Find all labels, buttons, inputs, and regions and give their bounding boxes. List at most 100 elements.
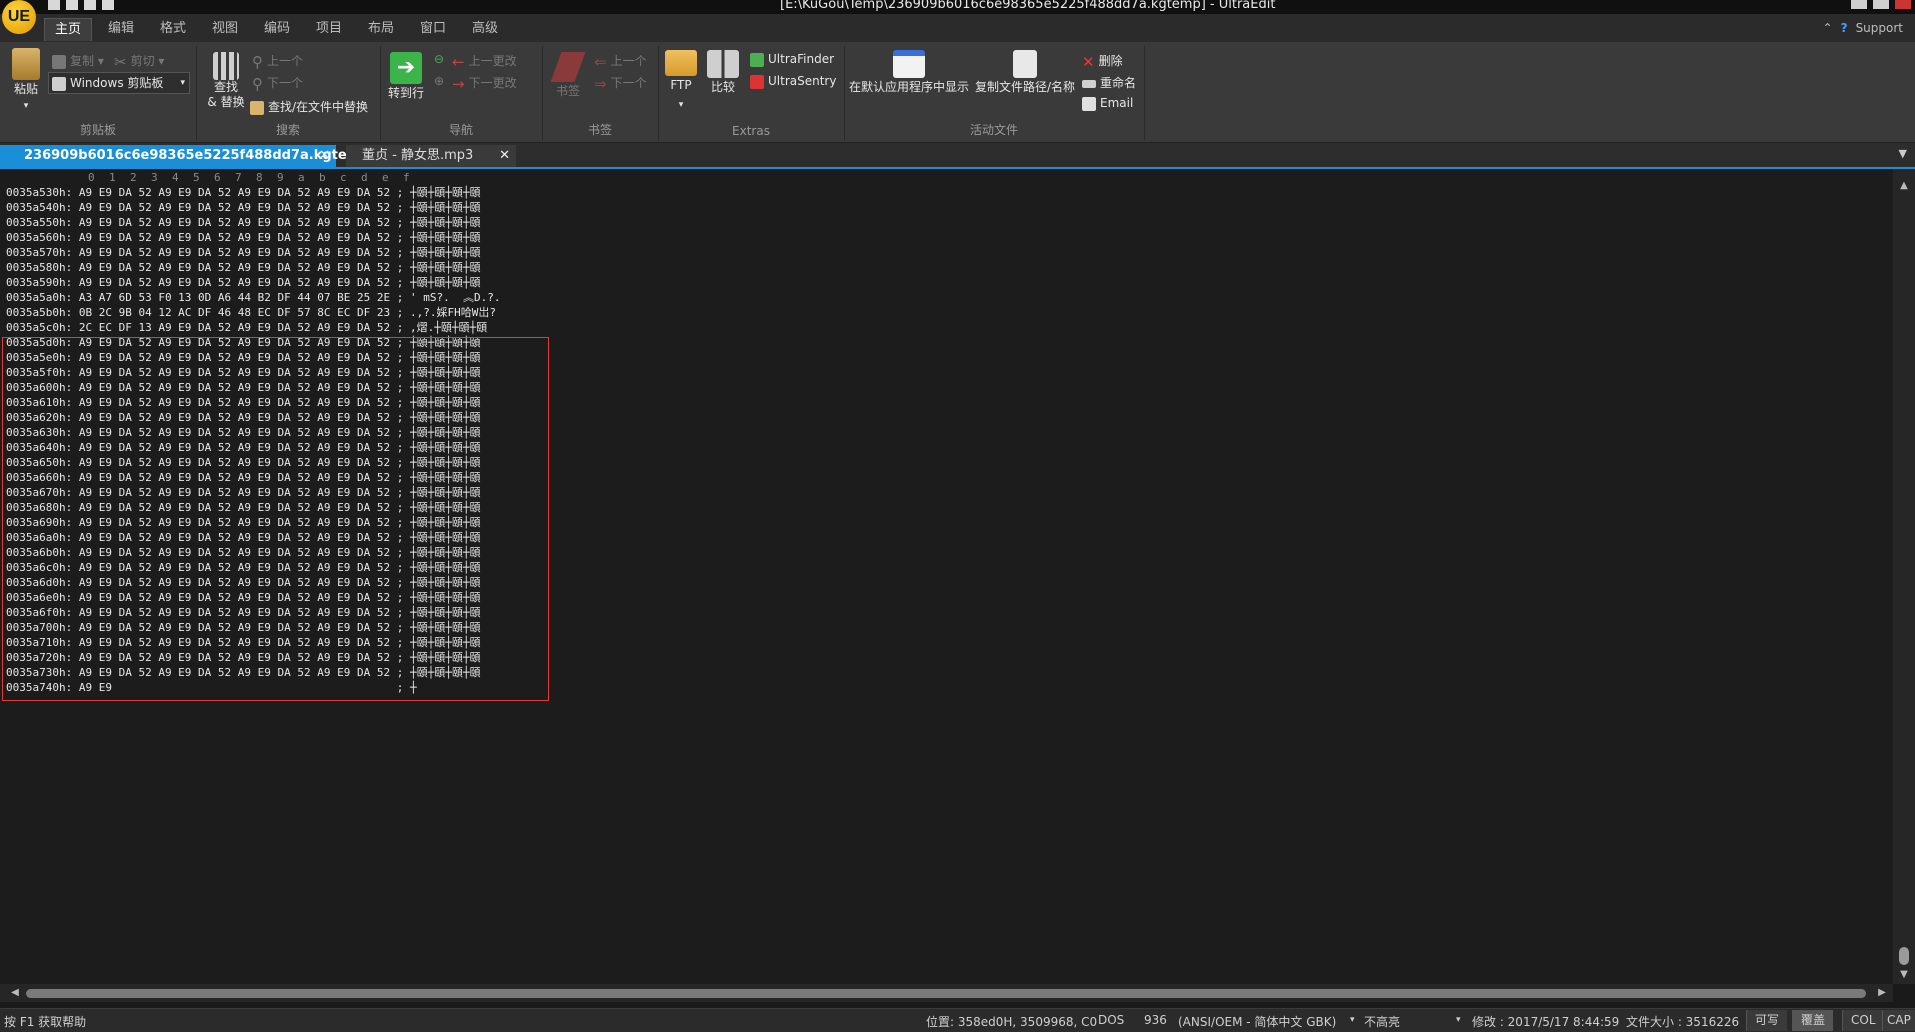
hex-row[interactable]: 0035a630h: A9 E9 DA 52 A9 E9 DA 52 A9 E9… (6, 425, 500, 440)
open-file-icon[interactable] (66, 0, 78, 10)
hex-row[interactable]: 0035a710h: A9 E9 DA 52 A9 E9 DA 52 A9 E9… (6, 635, 500, 650)
tab-format[interactable]: 格式 (150, 18, 196, 40)
hex-row[interactable]: 0035a600h: A9 E9 DA 52 A9 E9 DA 52 A9 E9… (6, 380, 500, 395)
quick-access-toolbar[interactable] (48, 0, 114, 12)
hex-row[interactable]: 0035a5c0h: 2C EC DF 13 A9 E9 DA 52 A9 E9… (6, 320, 500, 335)
scroll-right-icon[interactable]: ▶ (1875, 986, 1889, 1000)
hex-row[interactable]: 0035a670h: A9 E9 DA 52 A9 E9 DA 52 A9 E9… (6, 485, 500, 500)
close-icon[interactable]: ✕ (319, 145, 330, 167)
hex-row[interactable]: 0035a570h: A9 E9 DA 52 A9 E9 DA 52 A9 E9… (6, 245, 500, 260)
minimize-button[interactable] (1851, 0, 1867, 9)
status-encoding[interactable]: (ANSI/OEM - 简体中文 GBK) (1178, 1013, 1336, 1030)
status-position[interactable]: 位置: 358ed0H, 3509968, C0 (926, 1013, 1097, 1030)
delete-file-button[interactable]: ✕ 删除 (1082, 52, 1123, 69)
status-highlight[interactable]: 不高亮 (1364, 1013, 1400, 1030)
status-col[interactable]: COL (1842, 1010, 1884, 1031)
scroll-up-icon[interactable]: ▲ (1896, 179, 1912, 193)
hex-row[interactable]: 0035a5a0h: A3 A7 6D 53 F0 13 0D A6 44 B2… (6, 290, 500, 305)
tab-encoding[interactable]: 编码 (254, 18, 300, 40)
help-icon[interactable]: ? (1841, 21, 1848, 35)
bookmark-button[interactable]: 书签 (550, 52, 586, 100)
email-file-button[interactable]: Email (1082, 96, 1133, 111)
hex-row[interactable]: 0035a6b0h: A9 E9 DA 52 A9 E9 DA 52 A9 E9… (6, 545, 500, 560)
rename-file-button[interactable]: 重命名 (1082, 74, 1136, 91)
hex-row[interactable]: 0035a730h: A9 E9 DA 52 A9 E9 DA 52 A9 E9… (6, 665, 500, 680)
hex-row[interactable]: 0035a530h: A9 E9 DA 52 A9 E9 DA 52 A9 E9… (6, 185, 500, 200)
hex-row[interactable]: 0035a5b0h: 0B 2C 9B 04 12 AC DF 46 48 EC… (6, 305, 500, 320)
hex-row[interactable]: 0035a680h: A9 E9 DA 52 A9 E9 DA 52 A9 E9… (6, 500, 500, 515)
print-icon[interactable] (102, 0, 114, 10)
compare-button[interactable]: 比较 (706, 50, 740, 96)
nav-back-icon[interactable]: ⊖ (434, 52, 444, 66)
tab-edit[interactable]: 编辑 (98, 18, 144, 40)
paste-button[interactable]: 粘贴 ▾ (8, 48, 44, 111)
tab-list-dropdown-icon[interactable]: ▼ (1899, 147, 1907, 160)
nav-forward-icon[interactable]: ⊕ (434, 74, 444, 88)
paste-dropdown-icon[interactable]: ▾ (24, 101, 29, 111)
new-file-icon[interactable] (48, 0, 60, 10)
status-overwrite[interactable]: 覆盖 (1792, 1010, 1834, 1031)
hex-row[interactable]: 0035a590h: A9 E9 DA 52 A9 E9 DA 52 A9 E9… (6, 275, 500, 290)
hex-editor[interactable]: 0 1 2 3 4 5 6 7 8 9 a b c d e f 0035a530… (0, 169, 1893, 984)
hex-row[interactable]: 0035a560h: A9 E9 DA 52 A9 E9 DA 52 A9 E9… (6, 230, 500, 245)
prev-change-button[interactable]: ← 上一更改 (452, 52, 517, 69)
app-logo[interactable]: UE (2, 0, 36, 34)
bookmark-prev-button[interactable]: ⇐ 上一个 (594, 52, 647, 69)
status-codepage[interactable]: 936 (1144, 1013, 1167, 1027)
collapse-ribbon-icon[interactable]: ⌃ (1823, 21, 1833, 35)
doc-tab-kgtemp[interactable]: 236909b6016c6e98365e5225f488dd7a.kgtemp … (0, 145, 370, 167)
hex-row[interactable]: 0035a540h: A9 E9 DA 52 A9 E9 DA 52 A9 E9… (6, 200, 500, 215)
highlight-dropdown-icon[interactable]: ▾ (1456, 1015, 1461, 1025)
support-link[interactable]: Support (1856, 21, 1903, 35)
hex-row[interactable]: 0035a660h: A9 E9 DA 52 A9 E9 DA 52 A9 E9… (6, 470, 500, 485)
hex-row[interactable]: 0035a6c0h: A9 E9 DA 52 A9 E9 DA 52 A9 E9… (6, 560, 500, 575)
hex-row[interactable]: 0035a6d0h: A9 E9 DA 52 A9 E9 DA 52 A9 E9… (6, 575, 500, 590)
scroll-left-icon[interactable]: ◀ (8, 986, 22, 1000)
tab-home[interactable]: 主页 (44, 18, 93, 41)
vertical-scrollbar[interactable]: ▲ ▼ (1893, 169, 1915, 984)
ultrafinder-button[interactable]: UltraFinder (750, 52, 834, 67)
doc-tab-mp3[interactable]: 董贞 - 静女思.mp3 ✕ (346, 145, 516, 167)
hex-row[interactable]: 0035a620h: A9 E9 DA 52 A9 E9 DA 52 A9 E9… (6, 410, 500, 425)
encoding-dropdown-icon[interactable]: ▾ (1350, 1015, 1355, 1025)
hex-row[interactable]: 0035a650h: A9 E9 DA 52 A9 E9 DA 52 A9 E9… (6, 455, 500, 470)
hex-content[interactable]: 0035a530h: A9 E9 DA 52 A9 E9 DA 52 A9 E9… (6, 185, 500, 695)
clipboard-select[interactable]: Windows 剪贴板 ▾ (48, 72, 190, 94)
show-in-default-app-button[interactable]: 在默认应用程序中显示 (848, 50, 970, 96)
tab-window[interactable]: 窗口 (410, 18, 456, 40)
maximize-button[interactable] (1873, 0, 1889, 9)
find-in-files-button[interactable]: 查找/在文件中替换 (250, 98, 368, 115)
tab-view[interactable]: 视图 (202, 18, 248, 40)
close-button[interactable] (1895, 0, 1911, 9)
hex-row[interactable]: 0035a6a0h: A9 E9 DA 52 A9 E9 DA 52 A9 E9… (6, 530, 500, 545)
status-writable[interactable]: 可写 (1746, 1010, 1788, 1031)
ultrasentry-button[interactable]: UltraSentry (750, 74, 836, 89)
cut-button[interactable]: ✂ 剪切 ▾ (114, 52, 164, 69)
copy-path-button[interactable]: 复制文件路径/名称 (972, 50, 1078, 96)
hex-row[interactable]: 0035a720h: A9 E9 DA 52 A9 E9 DA 52 A9 E9… (6, 650, 500, 665)
tab-project[interactable]: 项目 (306, 18, 352, 40)
hex-row[interactable]: 0035a6e0h: A9 E9 DA 52 A9 E9 DA 52 A9 E9… (6, 590, 500, 605)
find-replace-button[interactable]: 查找 & 替换 (204, 52, 248, 110)
hex-row[interactable]: 0035a6f0h: A9 E9 DA 52 A9 E9 DA 52 A9 E9… (6, 605, 500, 620)
vertical-scroll-thumb[interactable] (1899, 947, 1909, 965)
horizontal-scroll-thumb[interactable] (26, 989, 1866, 998)
goto-line-button[interactable]: ➔ 转到行 (386, 52, 426, 102)
hex-row[interactable]: 0035a700h: A9 E9 DA 52 A9 E9 DA 52 A9 E9… (6, 620, 500, 635)
hex-row[interactable]: 0035a610h: A9 E9 DA 52 A9 E9 DA 52 A9 E9… (6, 395, 500, 410)
ftp-dropdown-icon[interactable]: ▾ (679, 100, 684, 110)
hex-row[interactable]: 0035a640h: A9 E9 DA 52 A9 E9 DA 52 A9 E9… (6, 440, 500, 455)
tab-advanced[interactable]: 高级 (462, 18, 508, 40)
find-prev-button[interactable]: ⚲ 上一个 (252, 52, 303, 69)
scroll-down-icon[interactable]: ▼ (1896, 968, 1912, 982)
hex-row[interactable]: 0035a5e0h: A9 E9 DA 52 A9 E9 DA 52 A9 E9… (6, 350, 500, 365)
hex-row[interactable]: 0035a690h: A9 E9 DA 52 A9 E9 DA 52 A9 E9… (6, 515, 500, 530)
hex-row[interactable]: 0035a5d0h: A9 E9 DA 52 A9 E9 DA 52 A9 E9… (6, 335, 500, 350)
hex-row[interactable]: 0035a5f0h: A9 E9 DA 52 A9 E9 DA 52 A9 E9… (6, 365, 500, 380)
ftp-button[interactable]: FTP ▾ (664, 50, 698, 114)
next-change-button[interactable]: → 下一更改 (452, 74, 517, 91)
find-next-button[interactable]: ⚲ 下一个 (252, 74, 303, 91)
horizontal-scrollbar[interactable]: ◀ ▶ (0, 984, 1893, 1002)
status-line-ending[interactable]: DOS (1098, 1013, 1124, 1027)
hex-row[interactable]: 0035a580h: A9 E9 DA 52 A9 E9 DA 52 A9 E9… (6, 260, 500, 275)
